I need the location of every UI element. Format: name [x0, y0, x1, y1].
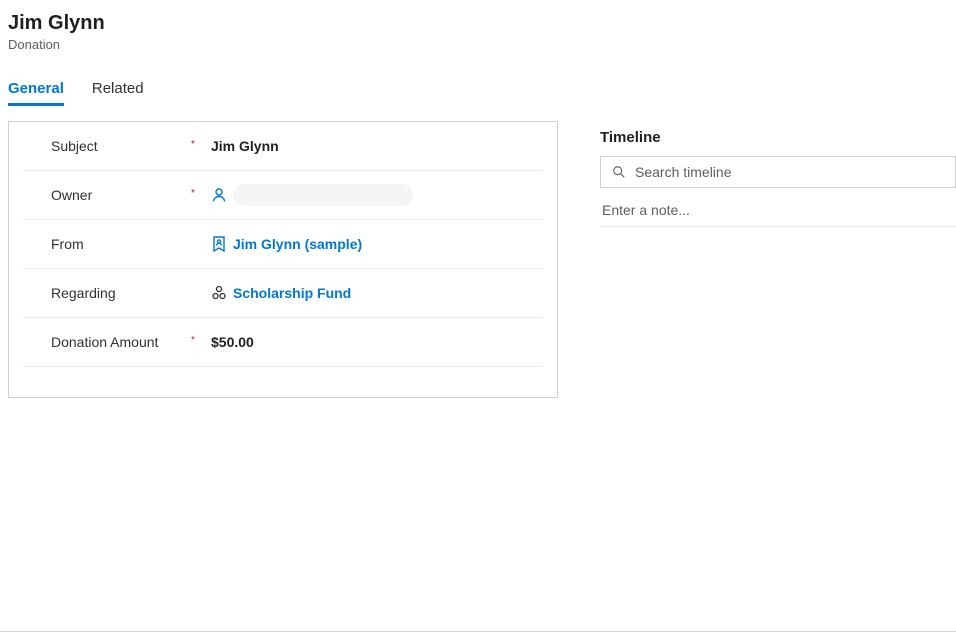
field-regarding[interactable]: Regarding Scholarship Fund [23, 269, 543, 318]
timeline-panel: Timeline Enter a note... [588, 121, 956, 398]
field-donation-amount[interactable]: Donation Amount * $50.00 [23, 318, 543, 367]
field-subject[interactable]: Subject * Jim Glynn [23, 122, 543, 171]
entity-icon [211, 285, 227, 301]
field-from[interactable]: From Jim Glynn (sample) [23, 220, 543, 269]
timeline-search-input[interactable] [635, 164, 945, 180]
tab-related[interactable]: Related [92, 80, 144, 106]
field-label-regarding: Regarding [51, 285, 191, 301]
field-value-regarding[interactable]: Scholarship Fund [211, 285, 351, 301]
form-card: Subject * Jim Glynn Owner * From [8, 121, 558, 398]
required-indicator: * [191, 335, 211, 346]
field-value-from[interactable]: Jim Glynn (sample) [211, 236, 362, 252]
timeline-search-box[interactable] [600, 156, 956, 188]
required-indicator: * [191, 188, 211, 199]
search-icon [611, 164, 627, 180]
field-label-subject: Subject [51, 138, 191, 154]
owner-placeholder [233, 184, 413, 206]
field-value-owner[interactable] [211, 184, 413, 206]
from-link-text: Jim Glynn (sample) [233, 236, 362, 252]
record-title: Jim Glynn [8, 12, 948, 35]
record-entity-type: Donation [8, 37, 948, 52]
field-label-donation-amount: Donation Amount [51, 334, 191, 350]
tab-bar: General Related [0, 56, 956, 107]
regarding-link-text: Scholarship Fund [233, 285, 351, 301]
field-value-subject: Jim Glynn [211, 138, 279, 154]
required-indicator: * [191, 139, 211, 150]
person-icon [211, 187, 227, 203]
tab-general[interactable]: General [8, 80, 64, 106]
field-label-owner: Owner [51, 187, 191, 203]
timeline-note-prompt[interactable]: Enter a note... [600, 202, 956, 227]
field-label-from: From [51, 236, 191, 252]
field-value-donation-amount: $50.00 [211, 334, 254, 350]
timeline-title: Timeline [600, 129, 956, 146]
contact-icon [211, 236, 227, 252]
field-owner[interactable]: Owner * [23, 171, 543, 220]
